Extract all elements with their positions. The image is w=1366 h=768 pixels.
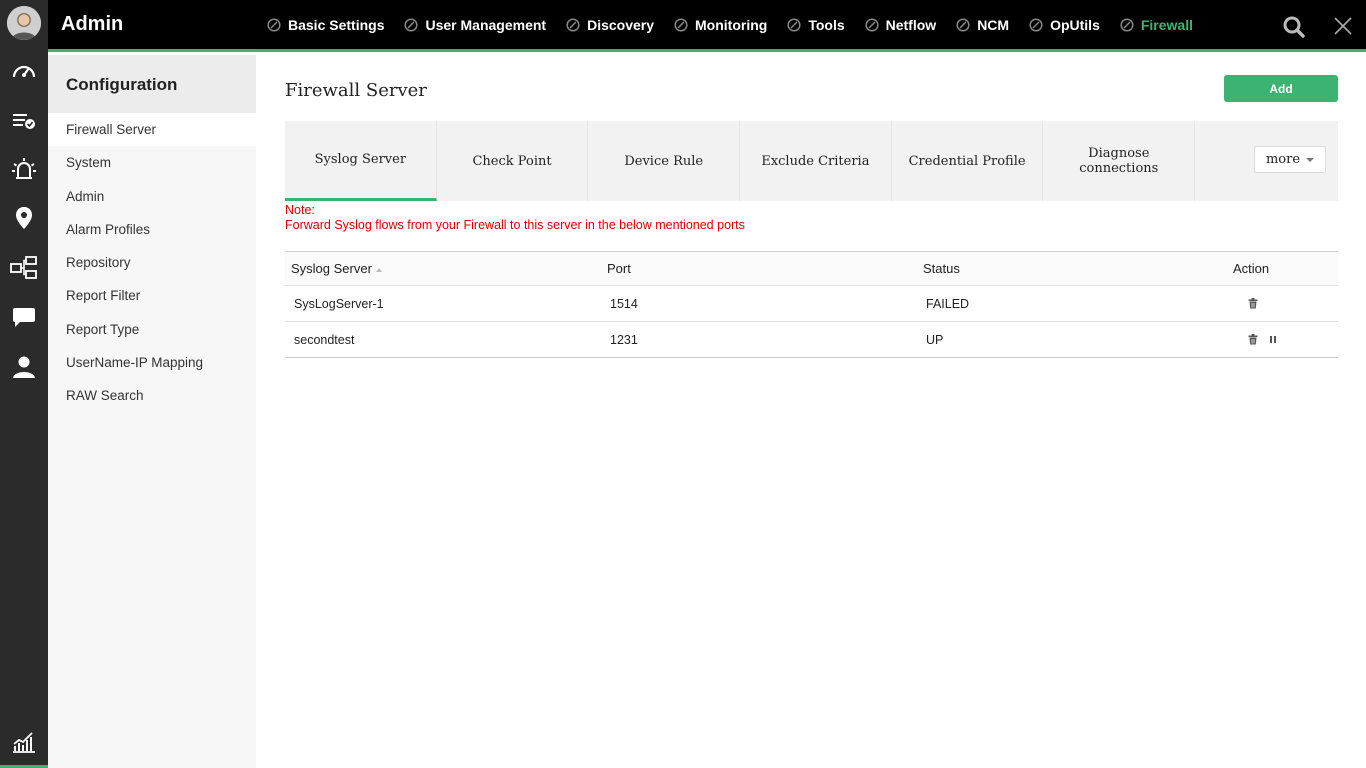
cell-server: SysLogServer-1 bbox=[285, 285, 601, 322]
cell-actions bbox=[1233, 321, 1338, 358]
cell-status: UP bbox=[917, 321, 1233, 358]
syslog-server-table: Syslog Server Port Status Action SysLogS… bbox=[285, 251, 1338, 358]
sidebar-item-username-ip-mapping[interactable]: UserName-IP Mapping bbox=[48, 346, 256, 379]
nav-discovery[interactable]: Discovery bbox=[566, 17, 654, 33]
table-header-row: Syslog Server Port Status Action bbox=[285, 251, 1338, 286]
column-header-label: Action bbox=[1233, 261, 1270, 276]
cell-server: secondtest bbox=[285, 321, 601, 358]
column-header-status[interactable]: Status bbox=[917, 251, 1233, 286]
nav-label: OpUtils bbox=[1050, 17, 1100, 33]
column-header-label: Syslog Server bbox=[291, 261, 372, 276]
column-header-port[interactable]: Port bbox=[601, 251, 917, 286]
nav-status-icon bbox=[674, 18, 688, 32]
cell-port: 1231 bbox=[601, 321, 917, 358]
note: Note: Forward Syslog flows from your Fir… bbox=[285, 203, 745, 233]
network-icon[interactable] bbox=[10, 254, 38, 282]
config-sidebar: Configuration Firewall Server System Adm… bbox=[48, 55, 256, 768]
note-title: Note: bbox=[285, 203, 315, 217]
tab-device-rule[interactable]: Device Rule bbox=[588, 121, 741, 201]
sidebar-item-repository[interactable]: Repository bbox=[48, 246, 256, 279]
cell-actions bbox=[1233, 285, 1338, 322]
app-title: Admin bbox=[61, 13, 124, 35]
map-pin-icon[interactable] bbox=[10, 204, 38, 232]
sidebar-item-report-filter[interactable]: Report Filter bbox=[48, 279, 256, 312]
sort-icon[interactable] bbox=[375, 267, 382, 272]
nav-monitoring[interactable]: Monitoring bbox=[674, 17, 767, 33]
chevron-down-icon bbox=[1306, 157, 1315, 162]
nav-label: NCM bbox=[977, 17, 1010, 33]
nav-status-icon bbox=[956, 18, 970, 32]
dashboard-icon[interactable] bbox=[10, 57, 38, 85]
column-header-syslog-server[interactable]: Syslog Server bbox=[285, 251, 601, 286]
tab-diagnose-connections[interactable]: Diagnose connections bbox=[1043, 121, 1196, 201]
nav-netflow[interactable]: Netflow bbox=[865, 17, 937, 33]
nav-status-icon bbox=[1120, 18, 1134, 32]
nav-tools[interactable]: Tools bbox=[787, 17, 845, 33]
top-bar: Admin Basic Settings User Management Dis… bbox=[48, 0, 1366, 52]
search-icon[interactable] bbox=[1282, 15, 1306, 39]
nav-status-icon bbox=[865, 18, 879, 32]
nav-status-icon bbox=[787, 18, 801, 32]
nav-label: Monitoring bbox=[695, 17, 768, 33]
sidebar-item-report-type[interactable]: Report Type bbox=[48, 313, 256, 346]
user-icon[interactable] bbox=[10, 353, 38, 381]
nav-status-icon bbox=[267, 18, 281, 32]
column-header-action: Action bbox=[1233, 251, 1338, 286]
nav-status-icon bbox=[1029, 18, 1043, 32]
nav-oputils[interactable]: OpUtils bbox=[1029, 17, 1100, 33]
pause-icon[interactable] bbox=[1267, 334, 1279, 346]
top-nav: Basic Settings User Management Discovery… bbox=[267, 0, 1213, 50]
sidebar-item-firewall-server[interactable]: Firewall Server bbox=[48, 113, 256, 147]
table-row: secondtest 1231 UP bbox=[285, 321, 1338, 358]
avatar[interactable] bbox=[7, 6, 41, 40]
tab-bar: Syslog Server Check Point Device Rule Ex… bbox=[285, 121, 1338, 201]
delete-icon[interactable] bbox=[1247, 298, 1259, 310]
sidebar-item-alarm-profiles[interactable]: Alarm Profiles bbox=[48, 213, 256, 246]
nav-status-icon bbox=[566, 18, 580, 32]
tab-exclude-criteria[interactable]: Exclude Criteria bbox=[740, 121, 892, 201]
nav-label: Tools bbox=[808, 17, 845, 33]
table-row: SysLogServer-1 1514 FAILED bbox=[285, 285, 1338, 322]
checklist-icon[interactable] bbox=[10, 107, 38, 135]
alarm-icon[interactable] bbox=[10, 155, 38, 183]
sidebar-title: Configuration bbox=[48, 55, 256, 113]
nav-basic-settings[interactable]: Basic Settings bbox=[267, 17, 384, 33]
tab-credential-profile[interactable]: Credential Profile bbox=[892, 121, 1044, 201]
nav-label: Firewall bbox=[1140, 17, 1193, 33]
delete-icon[interactable] bbox=[1247, 334, 1259, 346]
cell-status: FAILED bbox=[917, 285, 1233, 322]
nav-label: Discovery bbox=[587, 17, 655, 33]
add-button[interactable]: Add bbox=[1224, 75, 1338, 102]
note-text: Forward Syslog flows from your Firewall … bbox=[285, 218, 745, 232]
main-content: Firewall Server Add Syslog Server Check … bbox=[256, 55, 1366, 768]
reports-chart-icon[interactable] bbox=[10, 728, 38, 756]
nav-label: Netflow bbox=[885, 17, 937, 33]
sidebar-item-raw-search[interactable]: RAW Search bbox=[48, 379, 256, 412]
more-tabs-dropdown[interactable]: more bbox=[1254, 146, 1326, 173]
nav-firewall[interactable]: Firewall bbox=[1120, 17, 1193, 33]
more-label: more bbox=[1265, 152, 1301, 167]
nav-status-icon bbox=[404, 18, 419, 32]
page-title: Firewall Server bbox=[285, 80, 427, 101]
sidebar-item-admin[interactable]: Admin bbox=[48, 180, 256, 213]
tab-check-point[interactable]: Check Point bbox=[437, 121, 589, 201]
close-icon[interactable] bbox=[1332, 15, 1354, 37]
nav-label: User Management bbox=[425, 17, 547, 33]
cell-port: 1514 bbox=[601, 285, 917, 322]
nav-ncm[interactable]: NCM bbox=[956, 17, 1009, 33]
icon-rail bbox=[0, 0, 48, 768]
nav-label: Basic Settings bbox=[288, 17, 385, 33]
nav-user-management[interactable]: User Management bbox=[404, 17, 546, 33]
chat-icon[interactable] bbox=[10, 304, 38, 332]
sidebar-list: Firewall Server System Admin Alarm Profi… bbox=[48, 113, 256, 413]
sidebar-item-system[interactable]: System bbox=[48, 146, 256, 179]
tab-syslog-server[interactable]: Syslog Server bbox=[285, 121, 437, 201]
